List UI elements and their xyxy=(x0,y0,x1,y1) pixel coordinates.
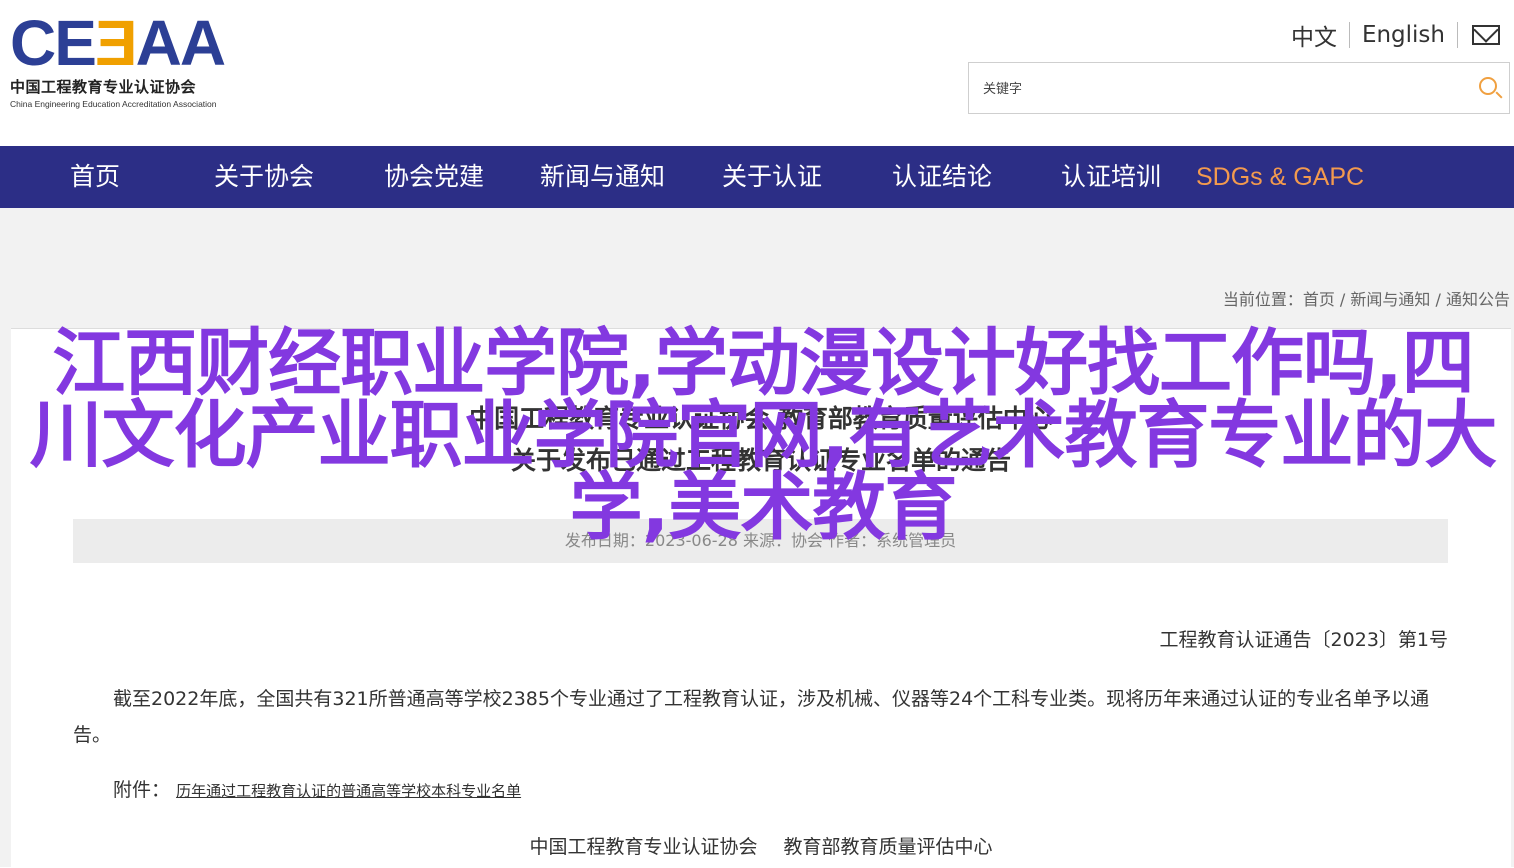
nav-item-home[interactable]: 首页 xyxy=(70,146,120,208)
lang-cn-link[interactable]: 中文 xyxy=(1291,18,1337,52)
main-nav: 首页 关于协会 协会党建 新闻与通知 关于认证 认证结论 认证培训 SDGs &… xyxy=(0,146,1514,208)
site-header: CE Ǝ AA 中国工程教育专业认证协会 China Engineering Edu… xyxy=(0,0,1514,146)
language-switcher: 中文 English xyxy=(1291,18,1500,52)
logo-en-name: China Engineering Education Accreditatio… xyxy=(10,99,217,109)
search-input[interactable] xyxy=(981,77,1455,101)
notice-number: 工程教育认证通告〔2023〕第1号 xyxy=(1159,629,1448,651)
nav-item-party-building[interactable]: 协会党建 xyxy=(384,146,484,208)
breadcrumb-news[interactable]: 新闻与通知 xyxy=(1350,290,1430,309)
breadcrumb-sep: / xyxy=(1334,290,1351,309)
lang-en-link[interactable]: English xyxy=(1362,22,1445,48)
breadcrumb-sep: / xyxy=(1430,290,1446,309)
nav-item-about-accreditation[interactable]: 关于认证 xyxy=(722,146,822,208)
overlay-keyword-text: 江西财经职业学院,学动漫设计好找工作吗,四川文化产业职业学院官网,有艺术教育专业… xyxy=(29,321,1498,550)
mail-icon[interactable] xyxy=(1472,25,1500,45)
divider xyxy=(1348,22,1350,48)
signature-org1: 中国工程教育专业认证协会 xyxy=(529,836,758,858)
signature-org2: 教育部教育质量评估中心 xyxy=(783,836,993,858)
nav-item-news[interactable]: 新闻与通知 xyxy=(540,146,665,208)
nav-item-conclusions[interactable]: 认证结论 xyxy=(892,146,992,208)
breadcrumb-prefix: 当前位置： xyxy=(1222,290,1303,309)
attachment: 附件： 历年通过工程教育认证的普通高等学校本科专业名单 xyxy=(113,775,521,802)
article-body: 截至2022年底，全国共有321所普通高等学校2385个专业通过了工程教育认证，… xyxy=(73,688,1430,746)
attachment-link[interactable]: 历年通过工程教育认证的普通高等学校本科专业名单 xyxy=(176,782,521,800)
attachment-label: 附件： xyxy=(113,779,171,801)
breadcrumb-home[interactable]: 首页 xyxy=(1303,290,1335,309)
nav-item-about-association[interactable]: 关于协会 xyxy=(214,146,314,208)
nav-item-training[interactable]: 认证培训 xyxy=(1061,146,1161,208)
signature: 中国工程教育专业认证协会 教育部教育质量评估中心 xyxy=(11,832,1511,859)
logo-mark: CE Ǝ AA xyxy=(10,7,226,79)
logo-cn-name: 中国工程教育专业认证协会 xyxy=(10,78,197,96)
breadcrumb-notices[interactable]: 通知公告 xyxy=(1446,290,1510,309)
search-icon[interactable] xyxy=(1479,77,1497,95)
breadcrumb: 当前位置：首页 / 新闻与通知 / 通知公告 xyxy=(1223,286,1510,310)
nav-item-sdgs-gapc[interactable]: SDGs & GAPC xyxy=(1196,146,1364,208)
divider xyxy=(1457,22,1458,48)
logo[interactable]: CE Ǝ AA 中国工程教育专业认证协会 China Engineering Edu… xyxy=(10,7,270,114)
search-box xyxy=(968,62,1510,114)
